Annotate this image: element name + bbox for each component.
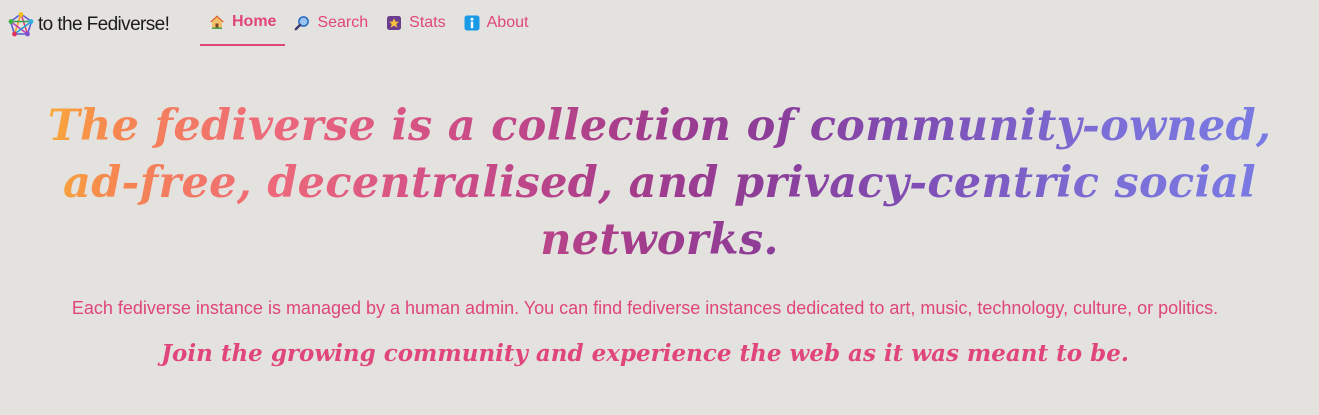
hero-headline: The fediverse is a collection of communi…: [5, 98, 1315, 269]
hero-subtext: Each fediverse instance is managed by a …: [71, 298, 1219, 318]
info-icon: [464, 15, 480, 31]
fediverse-logo-icon: [8, 12, 34, 38]
hero-section: The fediverse is a collection of communi…: [0, 98, 1319, 269]
nav-item-home-label: Home: [232, 13, 277, 30]
magnifier-icon: [294, 15, 310, 31]
hero-call-to-action: Join the growing community and experienc…: [161, 340, 1129, 367]
house-icon: [209, 14, 225, 30]
top-navbar: to the Fediverse! Home Search Stats Abou…: [0, 0, 1319, 50]
brand-link[interactable]: to the Fediverse!: [8, 12, 170, 38]
nav-item-home[interactable]: Home: [200, 0, 286, 46]
nav-item-search[interactable]: Search: [285, 0, 377, 46]
nav-menu: Home Search Stats About: [200, 0, 537, 46]
nav-item-stats-label: Stats: [409, 14, 446, 31]
brand-title: to the Fediverse!: [38, 14, 170, 35]
stats-icon: [386, 15, 402, 31]
nav-item-stats[interactable]: Stats: [377, 0, 454, 46]
nav-item-search-label: Search: [317, 14, 369, 31]
nav-item-about[interactable]: About: [455, 0, 538, 46]
nav-item-about-label: About: [486, 14, 529, 31]
